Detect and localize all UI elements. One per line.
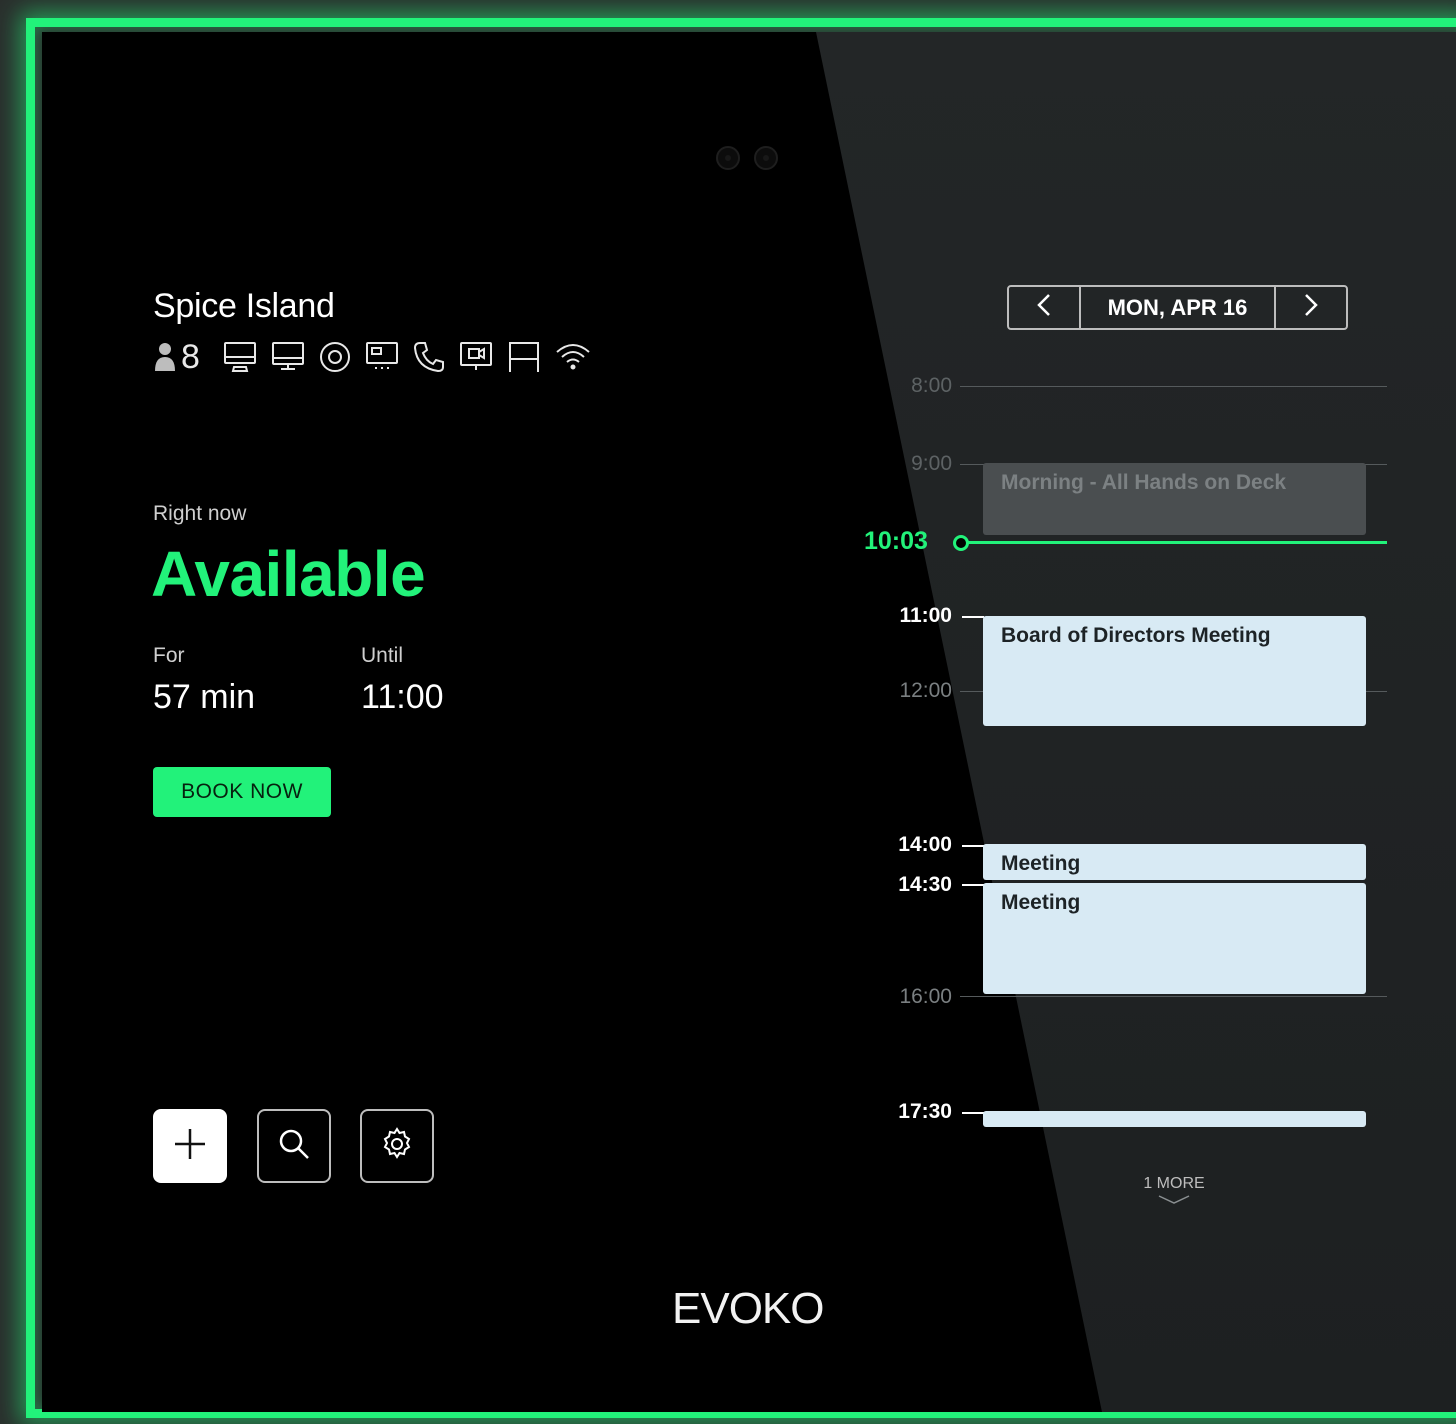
gear-icon <box>379 1126 415 1167</box>
search-icon <box>276 1126 312 1167</box>
hour-label: 11:00 <box>899 604 952 627</box>
previous-day-button[interactable] <box>1009 287 1079 328</box>
phone-icon <box>412 340 446 374</box>
until-label: Until <box>361 644 404 667</box>
capacity-count: 8 <box>181 337 200 376</box>
calendar-event[interactable]: Meeting <box>983 883 1366 994</box>
calendar-event[interactable]: Board of Directors Meeting <box>983 616 1366 726</box>
chevron-down-icon <box>1157 1193 1191 1210</box>
wifi-icon <box>554 340 592 374</box>
until-value: 11:00 <box>361 678 444 716</box>
event-start-tick <box>962 616 984 618</box>
hour-label: 12:00 <box>899 679 952 702</box>
right-now-label: Right now <box>153 502 247 525</box>
hour-label: 16:00 <box>899 985 952 1008</box>
more-events-label: 1 MORE <box>1143 1175 1205 1192</box>
more-events-button[interactable]: 1 MORE <box>1124 1175 1224 1211</box>
hour-label: 14:00 <box>898 833 952 856</box>
settings-button[interactable] <box>360 1109 434 1183</box>
event-start-tick <box>962 884 984 886</box>
event-start-tick <box>962 1112 984 1114</box>
monitor-icon <box>270 340 306 374</box>
amenities-row: 8 <box>153 337 604 377</box>
add-booking-button[interactable] <box>153 1109 227 1183</box>
room-name: Spice Island <box>153 287 335 325</box>
camera-sensor-right <box>754 146 778 170</box>
hour-label: 9:00 <box>911 452 952 475</box>
calendar-event[interactable]: Morning - All Hands on Deck <box>983 463 1366 535</box>
camera-sensor-left <box>716 146 740 170</box>
availability-status: Available <box>151 538 426 610</box>
current-date[interactable]: MON, APR 16 <box>1079 287 1276 328</box>
video-conference-icon <box>458 340 494 374</box>
hour-label: 17:30 <box>898 1100 952 1123</box>
computer-icon <box>222 340 258 374</box>
chevron-right-icon <box>1304 293 1318 322</box>
for-label: For <box>153 644 185 667</box>
book-now-button[interactable]: BOOK NOW <box>153 767 331 817</box>
calendar-event[interactable]: Meeting <box>983 844 1366 880</box>
current-time-line <box>960 541 1387 544</box>
projector-icon <box>364 340 400 374</box>
hour-line-0800 <box>960 386 1387 387</box>
search-button[interactable] <box>257 1109 331 1183</box>
current-time-dot <box>953 535 969 551</box>
hour-line-1600 <box>960 996 1387 997</box>
event-start-tick <box>962 845 984 847</box>
person-icon <box>153 341 177 373</box>
for-value: 57 min <box>153 678 256 716</box>
speaker-icon <box>318 340 352 374</box>
next-day-button[interactable] <box>1276 287 1346 328</box>
whiteboard-icon <box>506 340 542 374</box>
hour-label: 8:00 <box>911 374 952 397</box>
date-navigator: MON, APR 16 <box>1007 285 1348 330</box>
device-frame: Spice Island 8 Right now Available For 5… <box>0 0 1456 1424</box>
current-time-label: 10:03 <box>864 527 928 555</box>
screen: Spice Island 8 Right now Available For 5… <box>42 32 1456 1412</box>
brand-logo: EVOKO <box>672 1284 824 1333</box>
hour-label: 14:30 <box>898 873 952 896</box>
chevron-left-icon <box>1037 293 1051 322</box>
plus-icon <box>173 1127 207 1166</box>
calendar-event[interactable] <box>983 1111 1366 1127</box>
